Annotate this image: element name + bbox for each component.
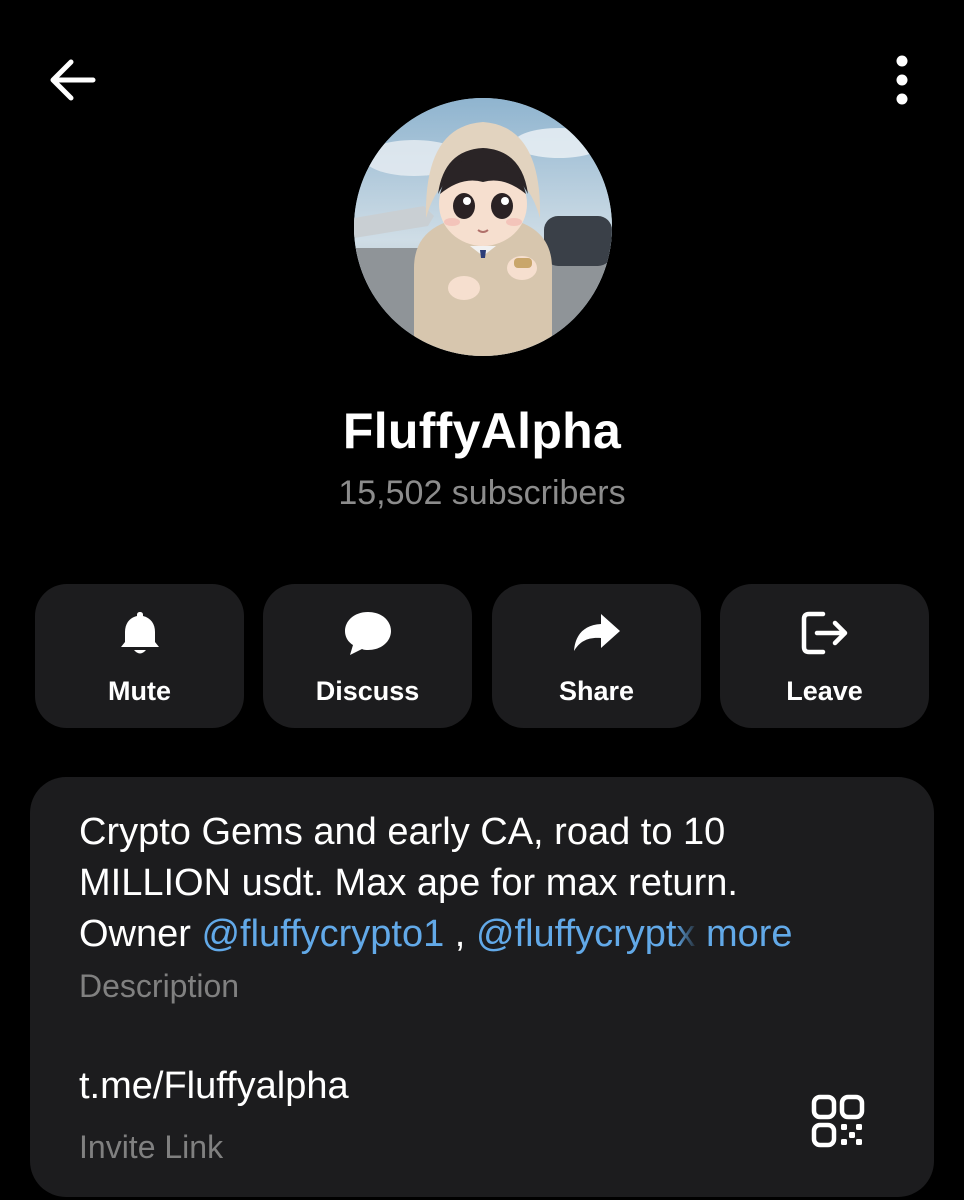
description-line-2: MILLION usdt. Max ape for max return. [79, 862, 738, 904]
channel-info-card: Crypto Gems and early CA, road to 10 MIL… [30, 777, 934, 1197]
avatar-illustration [354, 98, 612, 356]
leave-button[interactable]: Leave [720, 584, 929, 728]
description-line-1: Crypto Gems and early CA, road to 10 [79, 811, 726, 853]
mute-button[interactable]: Mute [35, 584, 244, 728]
qr-code-icon [811, 1094, 865, 1148]
leave-label: Leave [786, 676, 863, 706]
back-button[interactable] [40, 50, 104, 110]
channel-avatar[interactable] [354, 98, 612, 356]
share-arrow-icon [573, 614, 620, 651]
bell-icon [120, 612, 159, 654]
share-button[interactable]: Share [492, 584, 701, 728]
owner-prefix: Owner [79, 913, 202, 955]
invite-link-caption: Invite Link [79, 1129, 224, 1165]
mute-label: Mute [108, 676, 171, 706]
mention-link-2-faded: x [676, 913, 696, 955]
description-line-3: Owner @fluffycrypto1 , @fluffycryptx mor… [79, 909, 889, 960]
chat-bubble-icon [344, 612, 391, 655]
more-vertical-icon [896, 55, 908, 105]
subscriber-count: 15,502 subscribers [338, 474, 626, 512]
discuss-button[interactable]: Discuss [263, 584, 472, 728]
arrow-left-icon [50, 59, 96, 101]
mention-link-1[interactable]: @fluffycrypto1 [201, 913, 444, 955]
action-row: Mute Discuss Share Leave [35, 584, 929, 728]
discuss-label: Discuss [315, 676, 420, 706]
qr-code-button[interactable] [800, 1083, 876, 1159]
channel-name: FluffyAlpha [342, 403, 622, 459]
invite-link[interactable]: t.me/Fluffyalpha [79, 1065, 349, 1108]
more-button[interactable]: more [695, 913, 793, 955]
description-caption: Description [79, 968, 240, 1004]
mention-link-2[interactable]: @fluffycrypt [476, 913, 676, 955]
share-label: Share [558, 676, 635, 706]
more-options-button[interactable] [872, 50, 932, 110]
leave-icon [801, 611, 847, 655]
channel-description: Crypto Gems and early CA, road to 10 MIL… [79, 807, 889, 960]
mention-separator: , [444, 913, 476, 955]
